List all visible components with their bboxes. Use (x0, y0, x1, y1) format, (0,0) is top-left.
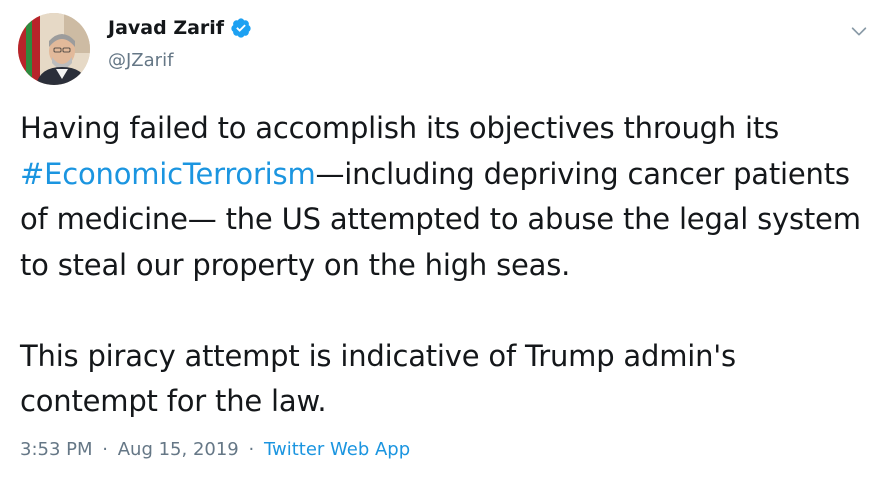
tweet-metadata: 3:53 PM · Aug 15, 2019 · Twitter Web App (20, 439, 410, 460)
meta-separator: · (248, 439, 255, 460)
author-name-row: Javad Zarif (108, 17, 252, 39)
author-handle[interactable]: @JZarif (108, 50, 173, 71)
tweet-time[interactable]: 3:53 PM (20, 439, 93, 460)
tweet-card: Javad Zarif @JZarif Having failed to acc… (0, 0, 884, 481)
tweet-text: Having failed to accomplish its objectiv… (20, 106, 870, 425)
tweet-source-link[interactable]: Twitter Web App (264, 439, 410, 460)
tweet-date[interactable]: Aug 15, 2019 (118, 439, 239, 460)
avatar[interactable] (18, 13, 90, 85)
author-display-name[interactable]: Javad Zarif (108, 17, 224, 39)
verified-badge-icon (230, 17, 252, 39)
chevron-down-icon[interactable] (848, 20, 870, 42)
hashtag-link[interactable]: #EconomicTerrorism (20, 157, 316, 191)
profile-photo-icon (18, 13, 90, 85)
tweet-text-part1: Having failed to accomplish its objectiv… (20, 111, 789, 145)
tweet-text-part2: —including depriving cancer patients of … (20, 156, 861, 419)
meta-separator: · (102, 439, 108, 460)
